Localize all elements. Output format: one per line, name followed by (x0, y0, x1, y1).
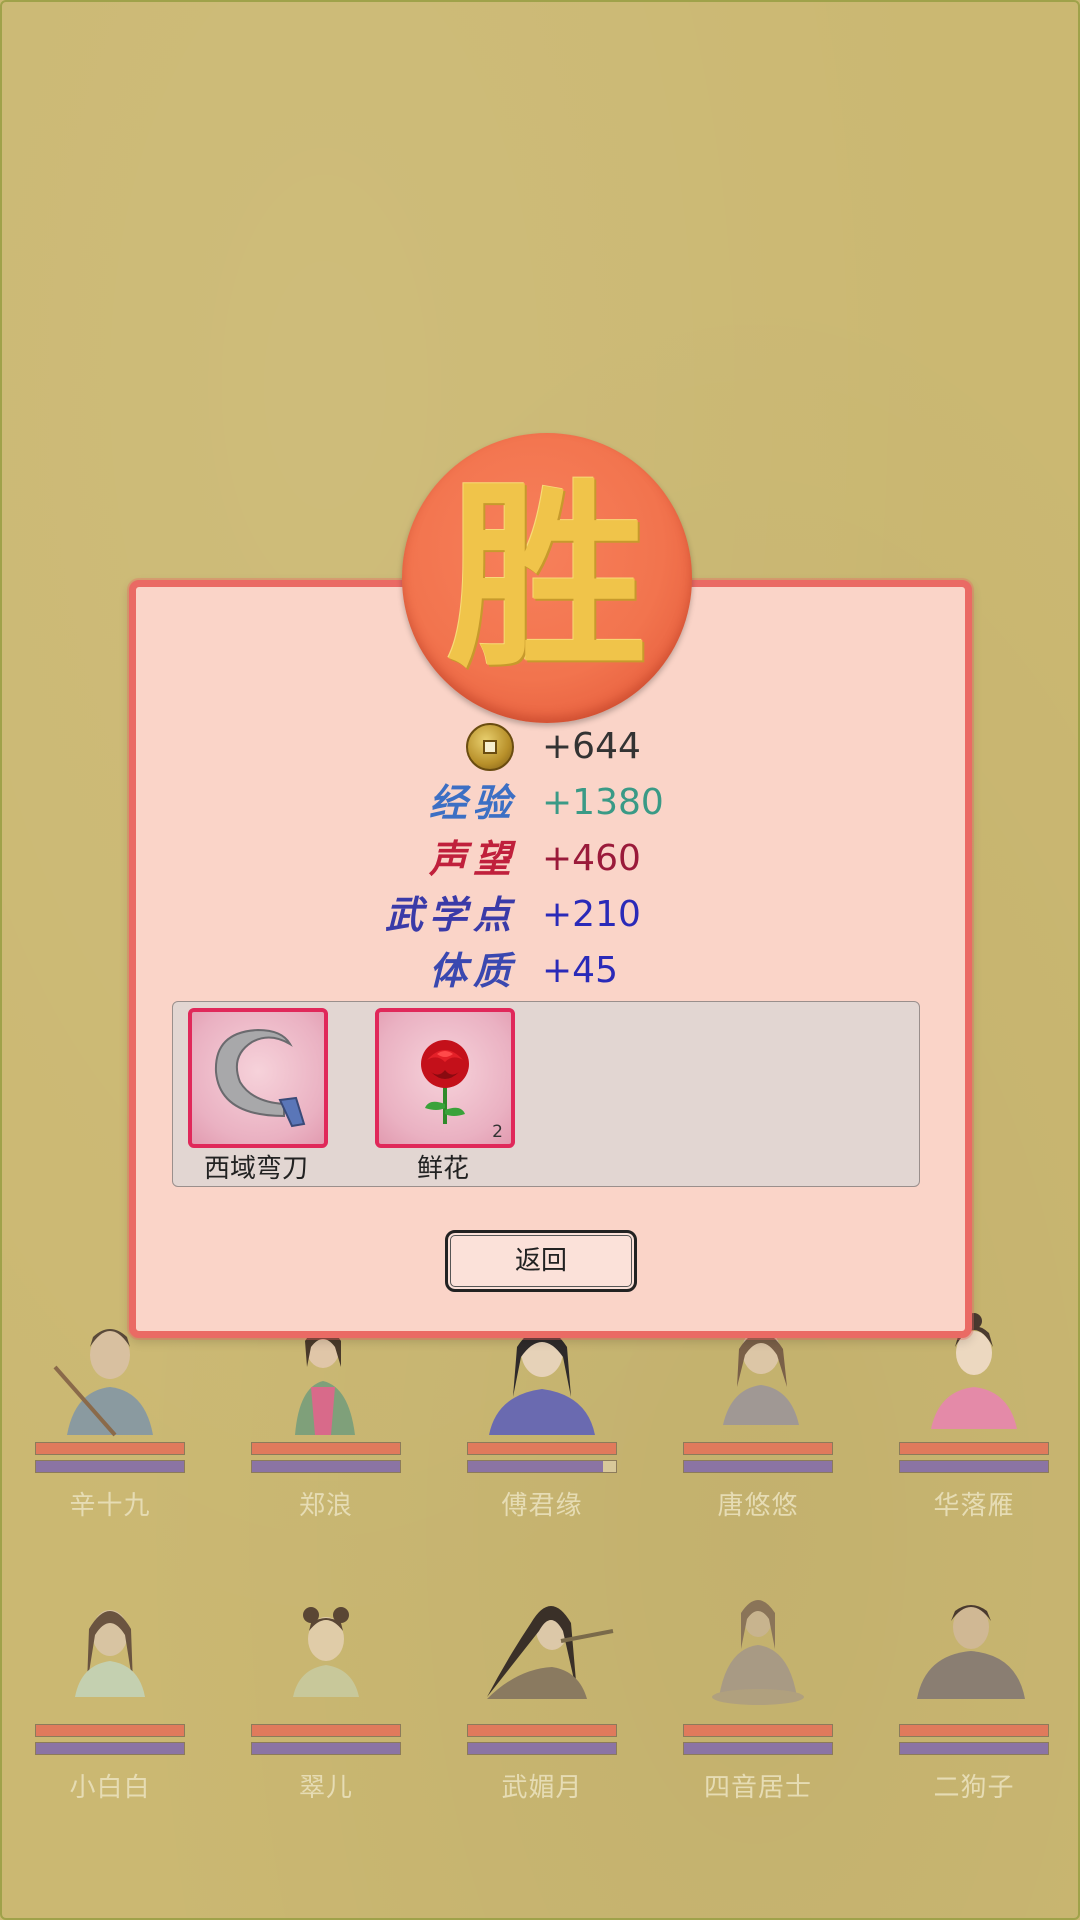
reward-items-panel: 西域弯刀 2 鲜花 (172, 1001, 920, 1187)
character-name: 郑浪 (298, 1491, 353, 1521)
mp-bar (35, 1742, 185, 1755)
reward-constitution-value: +45 (542, 950, 618, 991)
hp-bar (35, 1724, 185, 1737)
hp-bar (35, 1442, 185, 1455)
reward-reputation-row: 声望 +460 (302, 834, 742, 884)
reward-exp-label: 经验 (428, 780, 517, 825)
reward-coin-row: +644 (302, 722, 742, 772)
item-count: 2 (492, 1122, 503, 1142)
item-name: 鲜花 (416, 1154, 469, 1184)
character-name: 傅君缘 (501, 1491, 583, 1521)
coin-icon (466, 723, 514, 771)
character-name: 小白白 (69, 1773, 151, 1803)
mp-bar (899, 1460, 1049, 1473)
mp-bar (35, 1460, 185, 1473)
item-slot[interactable]: 2 (375, 1008, 515, 1148)
hp-bar (467, 1442, 617, 1455)
reward-item[interactable]: 2 鲜花 (373, 1008, 515, 1184)
victory-seal: 胜 (402, 433, 692, 723)
character-card[interactable]: 辛十九 (35, 1307, 185, 1537)
character-portrait (35, 1589, 185, 1719)
character-portrait (251, 1589, 401, 1719)
mp-bar (251, 1460, 401, 1473)
reward-constitution-label: 体质 (428, 948, 517, 993)
mp-bar (683, 1460, 833, 1473)
character-card[interactable]: 四音居士 (683, 1589, 833, 1819)
mp-bar (251, 1742, 401, 1755)
reward-item[interactable]: 西域弯刀 (186, 1008, 328, 1184)
character-name: 四音居士 (703, 1773, 812, 1803)
hp-bar (683, 1724, 833, 1737)
character-card[interactable]: 翠儿 (251, 1589, 401, 1819)
character-name: 辛十九 (69, 1491, 151, 1521)
reward-constitution-row: 体质 +45 (302, 946, 742, 996)
reward-exp-value: +1380 (542, 782, 664, 823)
reward-reputation-value: +460 (542, 838, 641, 879)
mp-bar (467, 1742, 617, 1755)
item-name: 西域弯刀 (203, 1154, 308, 1184)
character-name: 唐悠悠 (717, 1491, 799, 1521)
character-portrait (683, 1589, 833, 1719)
reward-exp-row: 经验 +1380 (302, 778, 742, 828)
character-portrait (899, 1589, 1049, 1719)
character-card[interactable]: 华落雁 (899, 1307, 1049, 1537)
rose-icon (421, 1040, 469, 1124)
hp-bar (467, 1724, 617, 1737)
reward-martial-value: +210 (542, 894, 641, 935)
reward-coin-value: +644 (542, 726, 641, 767)
scimitar-icon (214, 1028, 306, 1128)
reward-martial-row: 武学点 +210 (302, 890, 742, 940)
reward-martial-label: 武学点 (384, 892, 517, 937)
hp-bar (251, 1724, 401, 1737)
victory-seal-text: 胜 (446, 460, 647, 695)
character-card[interactable]: 郑浪 (251, 1307, 401, 1537)
character-card[interactable]: 小白白 (35, 1589, 185, 1819)
hp-bar (251, 1442, 401, 1455)
character-name: 华落雁 (933, 1491, 1015, 1521)
reward-reputation-label: 声望 (428, 836, 517, 881)
character-name: 二狗子 (933, 1773, 1015, 1803)
mp-bar (467, 1460, 617, 1473)
character-card[interactable]: 二狗子 (899, 1589, 1049, 1819)
back-button[interactable]: 返回 (445, 1230, 637, 1292)
mp-bar (683, 1742, 833, 1755)
hp-bar (899, 1442, 1049, 1455)
character-card[interactable]: 傅君缘 (467, 1307, 617, 1537)
character-card[interactable]: 唐悠悠 (683, 1307, 833, 1537)
mp-bar (899, 1742, 1049, 1755)
character-name: 翠儿 (298, 1773, 353, 1803)
game-screen: 辛十九 郑浪 傅君缘 唐悠悠 华落雁 小白白 翠儿 武媚月 四音居士 二狗子 胜… (0, 0, 1080, 1920)
character-name: 武媚月 (501, 1773, 583, 1803)
hp-bar (899, 1724, 1049, 1737)
character-portrait (467, 1589, 617, 1719)
hp-bar (683, 1442, 833, 1455)
character-card[interactable]: 武媚月 (467, 1589, 617, 1819)
item-slot[interactable] (188, 1008, 328, 1148)
